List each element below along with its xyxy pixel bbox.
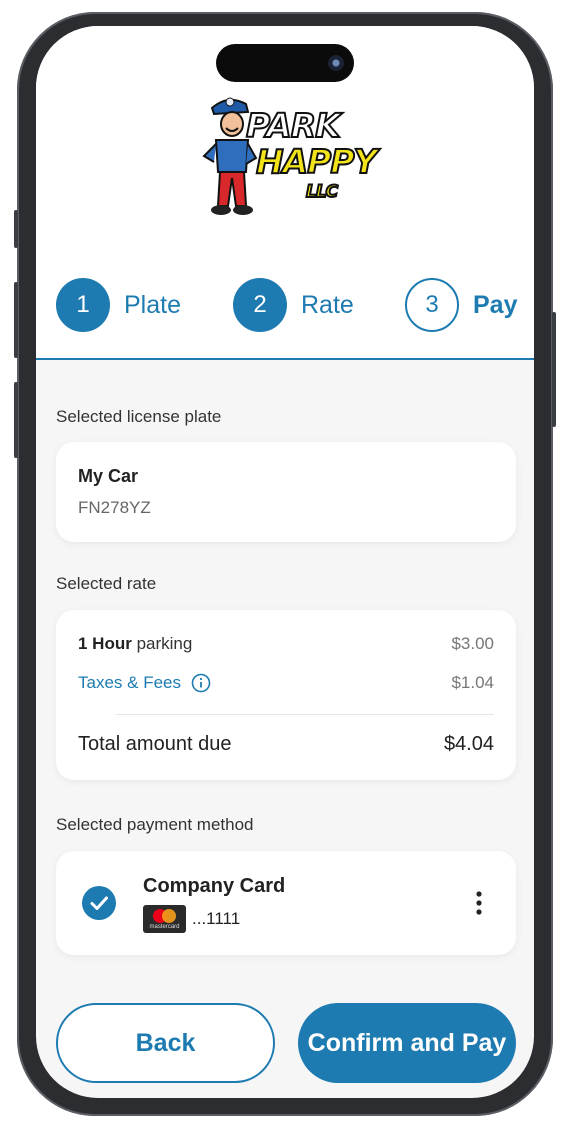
progress-stepper: 1 Plate 2 Rate 3 Pay xyxy=(36,256,534,360)
park-happy-logo: PARK HAPPY LLC xyxy=(202,94,378,224)
taxes-fees-label: Taxes & Fees xyxy=(78,673,181,692)
plate-section-heading: Selected license plate xyxy=(56,407,222,426)
step-pay-label: Pay xyxy=(473,290,518,319)
mastercard-icon: mastercard xyxy=(143,905,186,933)
plate-number: FN278YZ xyxy=(78,498,151,517)
logo-park-text: PARK xyxy=(245,105,342,146)
card-brand: mastercard xyxy=(149,924,180,930)
card-name: Company Card xyxy=(143,875,286,897)
total-price: $4.04 xyxy=(443,733,494,755)
rate-card: 1 Hour parking $3.00 Taxes & Fees $1.04 … xyxy=(56,610,516,780)
step-rate-number: 2 xyxy=(233,278,287,332)
info-icon[interactable] xyxy=(191,673,211,693)
plate-card: My Car FN278YZ xyxy=(56,442,516,542)
dynamic-island xyxy=(216,44,354,82)
camera-icon xyxy=(328,55,344,71)
volume-down-button xyxy=(14,382,18,458)
card-last4: ...1111 xyxy=(192,909,241,928)
step-rate[interactable]: 2 Rate xyxy=(233,278,354,332)
taxes-fees-link[interactable]: Taxes & Fees xyxy=(78,673,211,693)
taxes-price: $1.04 xyxy=(451,673,494,692)
step-pay[interactable]: 3 Pay xyxy=(405,278,517,332)
rate-section-heading: Selected rate xyxy=(56,574,157,593)
total-divider xyxy=(116,714,494,715)
step-rate-label: Rate xyxy=(301,290,354,319)
power-button xyxy=(552,312,556,427)
checkmark-icon[interactable] xyxy=(82,886,116,920)
volume-up-button xyxy=(14,282,18,358)
silent-switch xyxy=(14,210,18,248)
step-plate-number: 1 xyxy=(56,278,110,332)
step-pay-number: 3 xyxy=(405,278,459,332)
rate-duration-rest: parking xyxy=(136,634,193,653)
total-label: Total amount due xyxy=(78,733,232,755)
plate-name: My Car xyxy=(78,466,139,486)
confirm-pay-button[interactable]: Confirm and Pay xyxy=(298,1003,516,1083)
app-screen: PARK HAPPY LLC 1 Plate 2 Rate 3 Pay Sele… xyxy=(36,26,534,1098)
step-plate[interactable]: 1 Plate xyxy=(56,278,181,332)
rate-duration-bold: 1 Hour xyxy=(78,634,132,653)
rate-duration: 1 Hour parking xyxy=(78,634,192,654)
payment-card[interactable]: Company Card mastercard ...1111 xyxy=(56,851,516,955)
more-vertical-icon[interactable] xyxy=(474,890,484,916)
logo-llc-text: LLC xyxy=(305,181,339,203)
parking-price: $3.00 xyxy=(451,634,494,653)
back-button[interactable]: Back xyxy=(56,1003,275,1083)
logo-happy-text: HAPPY xyxy=(255,141,378,182)
payment-section-heading: Selected payment method xyxy=(56,815,254,834)
step-plate-label: Plate xyxy=(124,290,181,319)
